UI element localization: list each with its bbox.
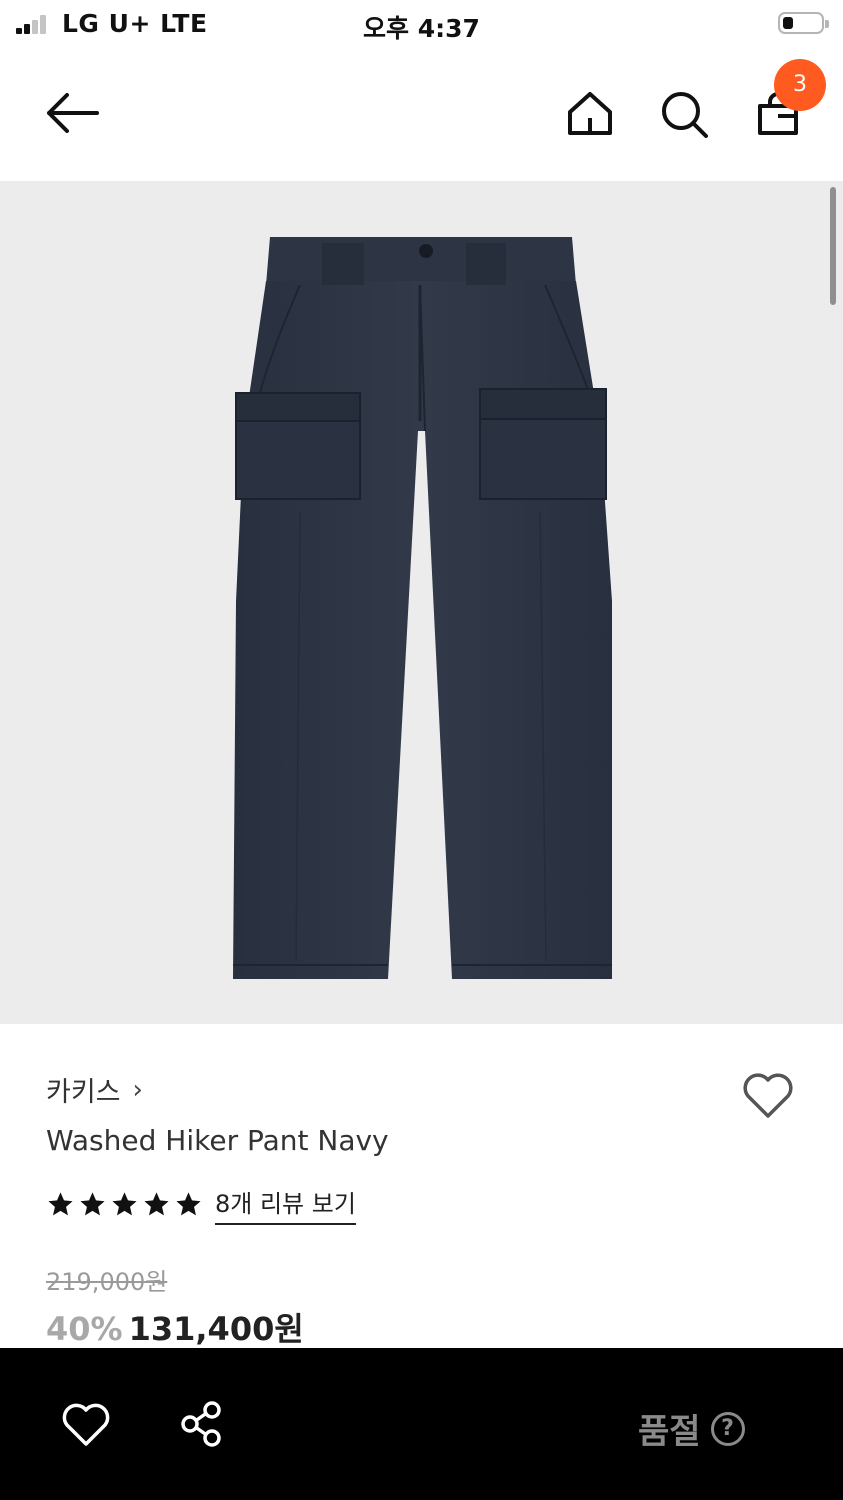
- rating-row: 8개 리뷰 보기: [46, 1184, 356, 1225]
- star-icon: [176, 1192, 201, 1216]
- price-row: 40% 131,400원: [46, 1304, 304, 1350]
- pants-illustration: [233, 237, 612, 979]
- chevron-right-icon: ›: [132, 1074, 143, 1105]
- share-icon: [181, 1401, 221, 1447]
- star-icon: [112, 1192, 137, 1216]
- brand-name: 카키스: [46, 1077, 121, 1108]
- heart-icon: [743, 1073, 793, 1118]
- soldout-status[interactable]: 품절 ?: [638, 1404, 745, 1453]
- heart-icon: [62, 1403, 110, 1446]
- home-button[interactable]: [562, 86, 618, 142]
- original-price: 219,000원: [46, 1268, 168, 1296]
- discount-rate: 40%: [46, 1310, 123, 1348]
- cart-count-badge: 3: [774, 59, 826, 111]
- help-icon[interactable]: ?: [710, 1411, 745, 1446]
- battery-icon: [778, 12, 829, 34]
- star-rating: [46, 1190, 203, 1219]
- product-name: Washed Hiker Pant Navy: [46, 1124, 389, 1157]
- bottom-wishlist-button[interactable]: [60, 1400, 112, 1450]
- soldout-label: 품절: [638, 1412, 701, 1452]
- review-link[interactable]: 8개 리뷰 보기: [215, 1184, 356, 1225]
- star-icon: [144, 1192, 169, 1216]
- share-button[interactable]: [176, 1398, 228, 1450]
- search-icon: [662, 92, 708, 138]
- scrollbar[interactable]: [830, 187, 836, 305]
- star-icon: [80, 1192, 105, 1216]
- product-image[interactable]: [0, 181, 843, 1024]
- bottom-action-bar: 품절 ?: [0, 1348, 843, 1500]
- wishlist-button[interactable]: [740, 1068, 796, 1124]
- back-button[interactable]: [42, 88, 102, 138]
- search-button[interactable]: [656, 86, 712, 142]
- star-icon: [48, 1192, 73, 1216]
- status-time: 오후 4:37: [363, 14, 480, 43]
- brand-link[interactable]: 카키스 ›: [46, 1070, 143, 1109]
- status-bar: LG U+ LTE 오후 4:37: [0, 0, 843, 48]
- sale-price: 131,400원: [128, 1310, 304, 1348]
- home-icon: [568, 92, 612, 135]
- arrow-left-icon: [47, 93, 99, 133]
